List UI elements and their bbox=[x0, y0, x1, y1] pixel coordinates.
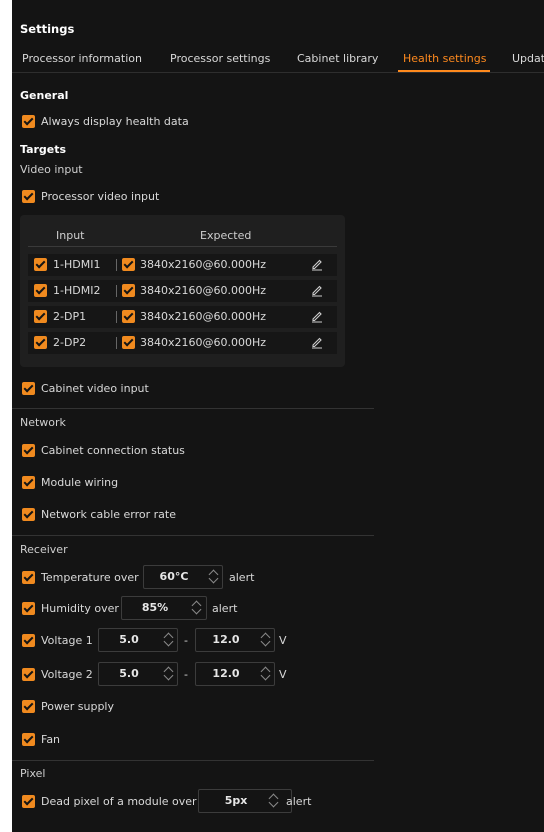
cable-error-checkbox[interactable] bbox=[22, 508, 35, 521]
dead-pixel-label: Dead pixel of a module over bbox=[41, 795, 197, 808]
pencil-icon[interactable] bbox=[310, 309, 324, 323]
receiver-heading: Receiver bbox=[20, 543, 68, 556]
voltage2-max-value: 12.0 bbox=[212, 667, 240, 680]
dead-pixel-alert-label: alert bbox=[286, 795, 312, 808]
voltage1-dash: - bbox=[184, 634, 188, 647]
input-name: 2-DP2 bbox=[53, 336, 87, 349]
expected-value: 3840x2160@60.000Hz bbox=[140, 310, 267, 323]
input-name: 1-HDMI2 bbox=[53, 284, 101, 297]
tab-processor-settings[interactable]: Processor settings bbox=[170, 52, 270, 65]
cable-error-label: Network cable error rate bbox=[41, 508, 176, 521]
always-display-label: Always display health data bbox=[41, 115, 189, 128]
video-input-heading: Video input bbox=[20, 163, 83, 176]
tab-cabinet-library[interactable]: Cabinet library bbox=[297, 52, 378, 65]
expected-checkbox[interactable] bbox=[122, 258, 135, 271]
temperature-stepper-icon[interactable] bbox=[207, 565, 221, 587]
temperature-alert-label: alert bbox=[229, 571, 255, 584]
power-supply-checkbox[interactable] bbox=[22, 700, 35, 713]
column-separator bbox=[116, 311, 117, 323]
tab-update[interactable]: Updat bbox=[512, 52, 544, 65]
pencil-icon[interactable] bbox=[310, 283, 324, 297]
table-row: 2-DP2 3840x2160@60.000Hz bbox=[28, 332, 337, 354]
expected-value: 3840x2160@60.000Hz bbox=[140, 258, 267, 271]
humidity-alert-label: alert bbox=[212, 602, 238, 615]
humidity-checkbox[interactable] bbox=[22, 602, 35, 615]
voltage2-label: Voltage 2 bbox=[41, 668, 93, 681]
pencil-icon[interactable] bbox=[310, 257, 324, 271]
tab-bar: Processor information Processor settings… bbox=[12, 44, 544, 73]
input-name: 2-DP1 bbox=[53, 310, 87, 323]
voltage1-min-value: 5.0 bbox=[119, 633, 139, 646]
page-title: Settings bbox=[20, 22, 75, 36]
general-heading: General bbox=[20, 89, 69, 102]
section-divider bbox=[12, 535, 374, 536]
voltage2-unit: V bbox=[279, 668, 287, 681]
cabinet-video-input-label: Cabinet video input bbox=[41, 382, 149, 395]
dead-pixel-value: 5px bbox=[224, 794, 248, 807]
voltage1-min-stepper-icon[interactable] bbox=[162, 628, 176, 650]
column-header-expected: Expected bbox=[200, 229, 252, 242]
expected-checkbox[interactable] bbox=[122, 284, 135, 297]
input-name: 1-HDMI1 bbox=[53, 258, 101, 271]
voltage1-label: Voltage 1 bbox=[41, 634, 93, 647]
humidity-label: Humidity over bbox=[41, 602, 119, 615]
targets-heading: Targets bbox=[20, 143, 67, 156]
humidity-stepper-icon[interactable] bbox=[190, 596, 204, 618]
settings-panel: Settings Processor information Processor… bbox=[12, 0, 544, 832]
expected-value: 3840x2160@60.000Hz bbox=[140, 284, 267, 297]
voltage2-dash: - bbox=[184, 668, 188, 681]
cabinet-video-input-checkbox[interactable] bbox=[22, 382, 35, 395]
temperature-label: Temperature over bbox=[41, 571, 139, 584]
pencil-icon[interactable] bbox=[310, 335, 324, 349]
voltage1-max-value: 12.0 bbox=[212, 633, 240, 646]
section-divider bbox=[12, 408, 374, 409]
dead-pixel-checkbox[interactable] bbox=[22, 795, 35, 808]
voltage1-unit: V bbox=[279, 634, 287, 647]
tab-processor-information[interactable]: Processor information bbox=[22, 52, 142, 65]
table-row: 2-DP1 3840x2160@60.000Hz bbox=[28, 306, 337, 328]
input-checkbox[interactable] bbox=[34, 310, 47, 323]
input-checkbox[interactable] bbox=[34, 336, 47, 349]
processor-video-input-checkbox[interactable] bbox=[22, 190, 35, 203]
voltage2-min-stepper-icon[interactable] bbox=[162, 662, 176, 684]
voltage2-max-stepper-icon[interactable] bbox=[259, 662, 273, 684]
fan-label: Fan bbox=[41, 733, 61, 746]
voltage2-min-value: 5.0 bbox=[119, 667, 139, 680]
expected-value: 3840x2160@60.000Hz bbox=[140, 336, 267, 349]
voltage1-checkbox[interactable] bbox=[22, 634, 35, 647]
network-heading: Network bbox=[20, 416, 66, 429]
always-display-checkbox[interactable] bbox=[22, 115, 35, 128]
humidity-value: 85% bbox=[141, 601, 169, 614]
module-wiring-checkbox[interactable] bbox=[22, 476, 35, 489]
column-separator bbox=[116, 259, 117, 271]
section-divider bbox=[12, 760, 374, 761]
connection-status-checkbox[interactable] bbox=[22, 444, 35, 457]
table-row: 1-HDMI2 3840x2160@60.000Hz bbox=[28, 280, 337, 302]
column-header-input: Input bbox=[56, 229, 85, 242]
power-supply-label: Power supply bbox=[41, 700, 114, 713]
column-separator bbox=[116, 285, 117, 297]
module-wiring-label: Module wiring bbox=[41, 476, 119, 489]
temperature-value: 60°C bbox=[159, 570, 189, 583]
video-input-table: Input Expected 1-HDMI1 3840x2160@60.000H… bbox=[20, 215, 345, 367]
dead-pixel-stepper-icon[interactable] bbox=[267, 789, 281, 811]
expected-checkbox[interactable] bbox=[122, 336, 135, 349]
connection-status-label: Cabinet connection status bbox=[41, 444, 185, 457]
column-separator bbox=[116, 337, 117, 349]
table-row: 1-HDMI1 3840x2160@60.000Hz bbox=[28, 254, 337, 276]
temperature-checkbox[interactable] bbox=[22, 571, 35, 584]
active-tab-indicator bbox=[398, 70, 490, 72]
voltage2-checkbox[interactable] bbox=[22, 668, 35, 681]
input-checkbox[interactable] bbox=[34, 258, 47, 271]
expected-checkbox[interactable] bbox=[122, 310, 135, 323]
processor-video-input-label: Processor video input bbox=[41, 190, 160, 203]
tab-health-settings[interactable]: Health settings bbox=[403, 52, 486, 65]
header-divider bbox=[28, 246, 337, 247]
pixel-heading: Pixel bbox=[20, 767, 46, 780]
fan-checkbox[interactable] bbox=[22, 733, 35, 746]
input-checkbox[interactable] bbox=[34, 284, 47, 297]
voltage1-max-stepper-icon[interactable] bbox=[259, 628, 273, 650]
